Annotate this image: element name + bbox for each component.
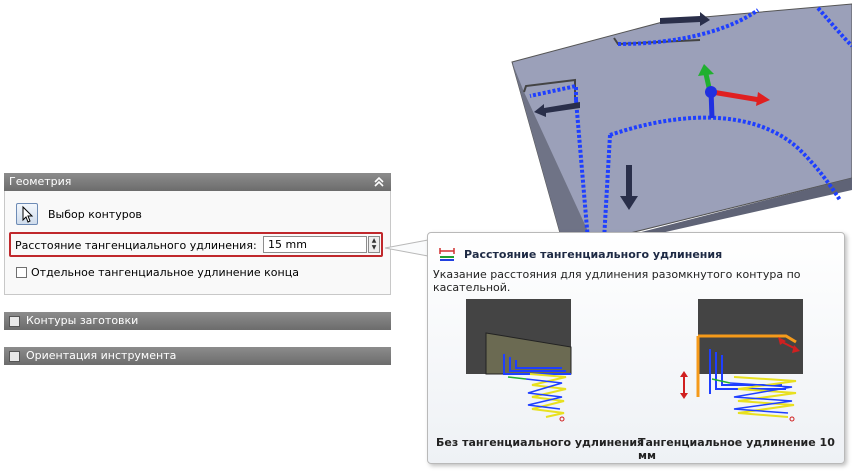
stepper-down-icon[interactable]: ▼ [369,244,379,251]
stock-contours-title: Контуры заготовки [26,314,139,327]
collapse-chevron-icon[interactable] [373,175,385,189]
tool-orientation-section-header[interactable]: Ориентация инструмента [4,347,391,365]
illustration-without-extension [466,299,572,422]
caption-with-extension: Тангенциальное удлинение 10 мм [638,436,835,462]
separate-end-extension-row[interactable]: Отдельное тангенциальное удлинение конца [16,266,299,279]
caption-without-extension: Без тангенциального удлинения [436,436,645,449]
geometry-section-body: Выбор контуров Расстояние тангенциальног… [4,191,391,295]
tooltip-title: Расстояние тангенциального удлинения [464,248,723,261]
tangent-distance-label: Расстояние тангенциального удлинения: [15,239,257,252]
select-contours-button[interactable] [16,203,38,225]
3d-viewport[interactable] [500,0,852,241]
expand-square-icon [9,315,20,327]
tangent-distance-row: Расстояние тангенциального удлинения: ▲ … [9,232,383,257]
stepper-up-icon[interactable]: ▲ [369,237,379,244]
stock-contours-section-header[interactable]: Контуры заготовки [4,312,391,330]
separate-end-extension-checkbox[interactable] [16,267,27,278]
geometry-section-header[interactable]: Геометрия [4,173,391,191]
tangent-distance-stepper[interactable]: ▲ ▼ [368,236,380,253]
illustration-with-extension [680,299,803,422]
select-contours-label: Выбор контуров [48,208,142,221]
expand-square-icon [9,350,20,362]
separate-end-extension-label: Отдельное тангенциальное удлинение конца [31,266,299,279]
tool-orientation-title: Ориентация инструмента [26,349,177,362]
tangent-distance-input[interactable] [263,236,367,253]
help-tooltip: Расстояние тангенциального удлинения Ука… [427,232,845,464]
geometry-section-title: Геометрия [9,175,72,188]
tooltip-description: Указание расстояния для удлинения разомк… [433,268,801,294]
cursor-arrow-icon [22,205,34,223]
tangent-distance-icon [439,248,455,261]
